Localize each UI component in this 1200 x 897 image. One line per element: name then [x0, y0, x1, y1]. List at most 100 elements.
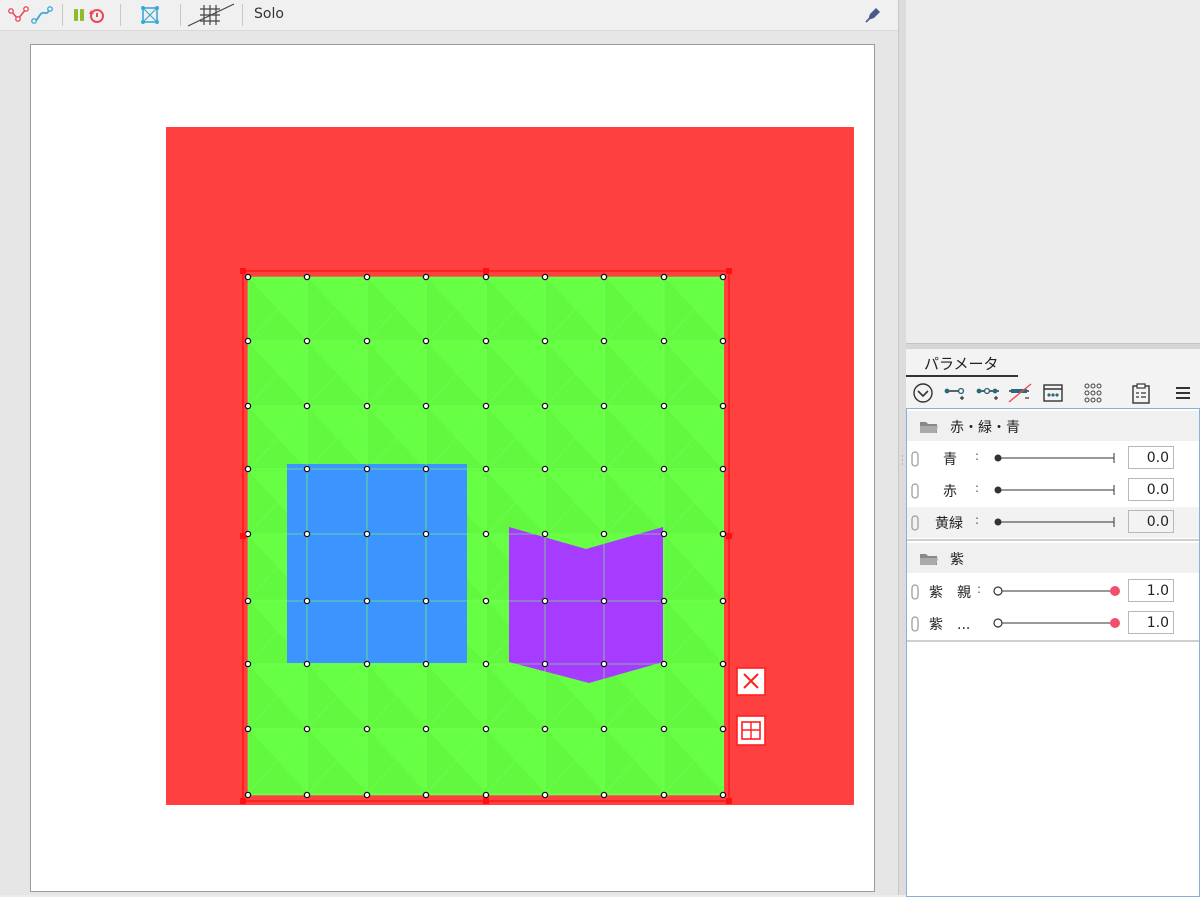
- mesh-control-point[interactable]: [660, 725, 668, 733]
- parameter-slider[interactable]: [993, 616, 1123, 630]
- mesh-control-point[interactable]: [541, 660, 549, 668]
- parameter-value-input[interactable]: 0.0: [1128, 478, 1174, 501]
- mesh-control-point[interactable]: [600, 660, 608, 668]
- parameter-slider[interactable]: [993, 584, 1123, 598]
- link-icon[interactable]: [911, 451, 919, 471]
- mesh-control-point[interactable]: [719, 337, 727, 345]
- mesh-control-point[interactable]: [422, 337, 430, 345]
- mesh-control-point[interactable]: [719, 465, 727, 473]
- mesh-control-point[interactable]: [422, 402, 430, 410]
- mesh-control-point[interactable]: [422, 597, 430, 605]
- mesh-control-point[interactable]: [541, 597, 549, 605]
- mesh-control-point[interactable]: [719, 530, 727, 538]
- mesh-resize-handle[interactable]: [240, 798, 246, 804]
- mesh-control-point[interactable]: [600, 273, 608, 281]
- collapse-icon[interactable]: [910, 379, 936, 407]
- mesh-control-point[interactable]: [303, 402, 311, 410]
- mesh-control-point[interactable]: [422, 530, 430, 538]
- mesh-resize-handle[interactable]: [483, 798, 489, 804]
- grid-disable-icon[interactable]: [186, 3, 236, 27]
- mesh-control-point[interactable]: [422, 725, 430, 733]
- parameter-group-rgb[interactable]: 赤・緑・青: [907, 411, 1199, 441]
- mesh-control-point[interactable]: [363, 273, 371, 281]
- mesh-control-point[interactable]: [541, 530, 549, 538]
- mesh-control-point[interactable]: [303, 337, 311, 345]
- mesh-control-point[interactable]: [363, 597, 371, 605]
- mesh-control-point[interactable]: [422, 660, 430, 668]
- mesh-control-point[interactable]: [541, 337, 549, 345]
- mesh-deform-icon[interactable]: [6, 3, 32, 27]
- blue-rectangle-layer[interactable]: [287, 464, 467, 663]
- mesh-control-point[interactable]: [363, 660, 371, 668]
- mesh-resize-handle[interactable]: [483, 268, 489, 274]
- mesh-control-point[interactable]: [660, 273, 668, 281]
- parameter-row-purple-child[interactable]: 紫 ... 1.0: [907, 608, 1199, 639]
- mesh-control-point[interactable]: [244, 725, 252, 733]
- mesh-control-point[interactable]: [660, 660, 668, 668]
- mesh-resize-handle[interactable]: [240, 533, 246, 539]
- parameter-value-input[interactable]: 1.0: [1128, 579, 1174, 602]
- mesh-control-point[interactable]: [244, 530, 252, 538]
- mesh-control-point[interactable]: [719, 725, 727, 733]
- parameter-row-purple-parent[interactable]: 紫 親 : 1.0: [907, 576, 1199, 607]
- mesh-control-point[interactable]: [363, 791, 371, 799]
- mesh-control-point[interactable]: [541, 465, 549, 473]
- pen-icon[interactable]: [862, 3, 884, 27]
- mesh-control-point[interactable]: [660, 337, 668, 345]
- parameter-value-input[interactable]: 1.0: [1128, 611, 1174, 634]
- mesh-control-point[interactable]: [244, 337, 252, 345]
- mesh-control-point[interactable]: [303, 597, 311, 605]
- mesh-resize-handle[interactable]: [726, 268, 732, 274]
- mesh-control-point[interactable]: [303, 791, 311, 799]
- mesh-control-point[interactable]: [600, 465, 608, 473]
- path-icon[interactable]: [30, 3, 54, 27]
- mesh-control-point[interactable]: [660, 530, 668, 538]
- key-grid-icon[interactable]: [1080, 379, 1106, 407]
- mesh-resize-handle[interactable]: [726, 533, 732, 539]
- parameter-value-input[interactable]: 0.0: [1128, 446, 1174, 469]
- mesh-control-point[interactable]: [541, 791, 549, 799]
- mesh-control-point[interactable]: [244, 791, 252, 799]
- mesh-control-point[interactable]: [719, 597, 727, 605]
- mesh-control-point[interactable]: [600, 402, 608, 410]
- mesh-control-point[interactable]: [482, 273, 490, 281]
- mesh-split-icon[interactable]: [736, 715, 766, 746]
- preview-icon[interactable]: [1040, 379, 1066, 407]
- clipboard-icon[interactable]: [1128, 379, 1154, 407]
- mesh-control-point[interactable]: [303, 660, 311, 668]
- artwork-canvas[interactable]: [0, 31, 898, 895]
- mesh-resize-handle[interactable]: [726, 798, 732, 804]
- mesh-control-point[interactable]: [600, 530, 608, 538]
- parameter-row-red[interactable]: 赤 : 0.0: [907, 475, 1199, 506]
- mesh-control-point[interactable]: [422, 791, 430, 799]
- mesh-control-point[interactable]: [363, 725, 371, 733]
- mesh-control-point[interactable]: [482, 791, 490, 799]
- mesh-control-point[interactable]: [303, 273, 311, 281]
- mesh-control-point[interactable]: [660, 791, 668, 799]
- mesh-control-point[interactable]: [660, 597, 668, 605]
- mesh-control-point[interactable]: [482, 337, 490, 345]
- mesh-control-point[interactable]: [600, 791, 608, 799]
- mesh-control-point[interactable]: [303, 725, 311, 733]
- mesh-control-point[interactable]: [600, 337, 608, 345]
- mesh-control-point[interactable]: [482, 660, 490, 668]
- mesh-control-point[interactable]: [363, 465, 371, 473]
- layer-order-icon[interactable]: [70, 3, 112, 27]
- mesh-control-point[interactable]: [244, 465, 252, 473]
- mesh-control-point[interactable]: [482, 465, 490, 473]
- menu-icon[interactable]: [1170, 379, 1196, 407]
- mesh-control-point[interactable]: [363, 530, 371, 538]
- link-icon[interactable]: [911, 616, 919, 636]
- remove-key-icon[interactable]: [1006, 379, 1034, 407]
- mesh-control-point[interactable]: [303, 530, 311, 538]
- mesh-control-point[interactable]: [541, 273, 549, 281]
- mesh-control-point[interactable]: [422, 465, 430, 473]
- mesh-control-point[interactable]: [719, 273, 727, 281]
- parameter-slider[interactable]: [993, 515, 1117, 529]
- parameter-row-blue[interactable]: 青 : 0.0: [907, 443, 1199, 474]
- add-key-icon[interactable]: [942, 379, 968, 407]
- mesh-control-point[interactable]: [541, 402, 549, 410]
- mesh-fit-icon[interactable]: [136, 3, 164, 27]
- link-icon[interactable]: [911, 483, 919, 503]
- link-icon[interactable]: [911, 515, 919, 535]
